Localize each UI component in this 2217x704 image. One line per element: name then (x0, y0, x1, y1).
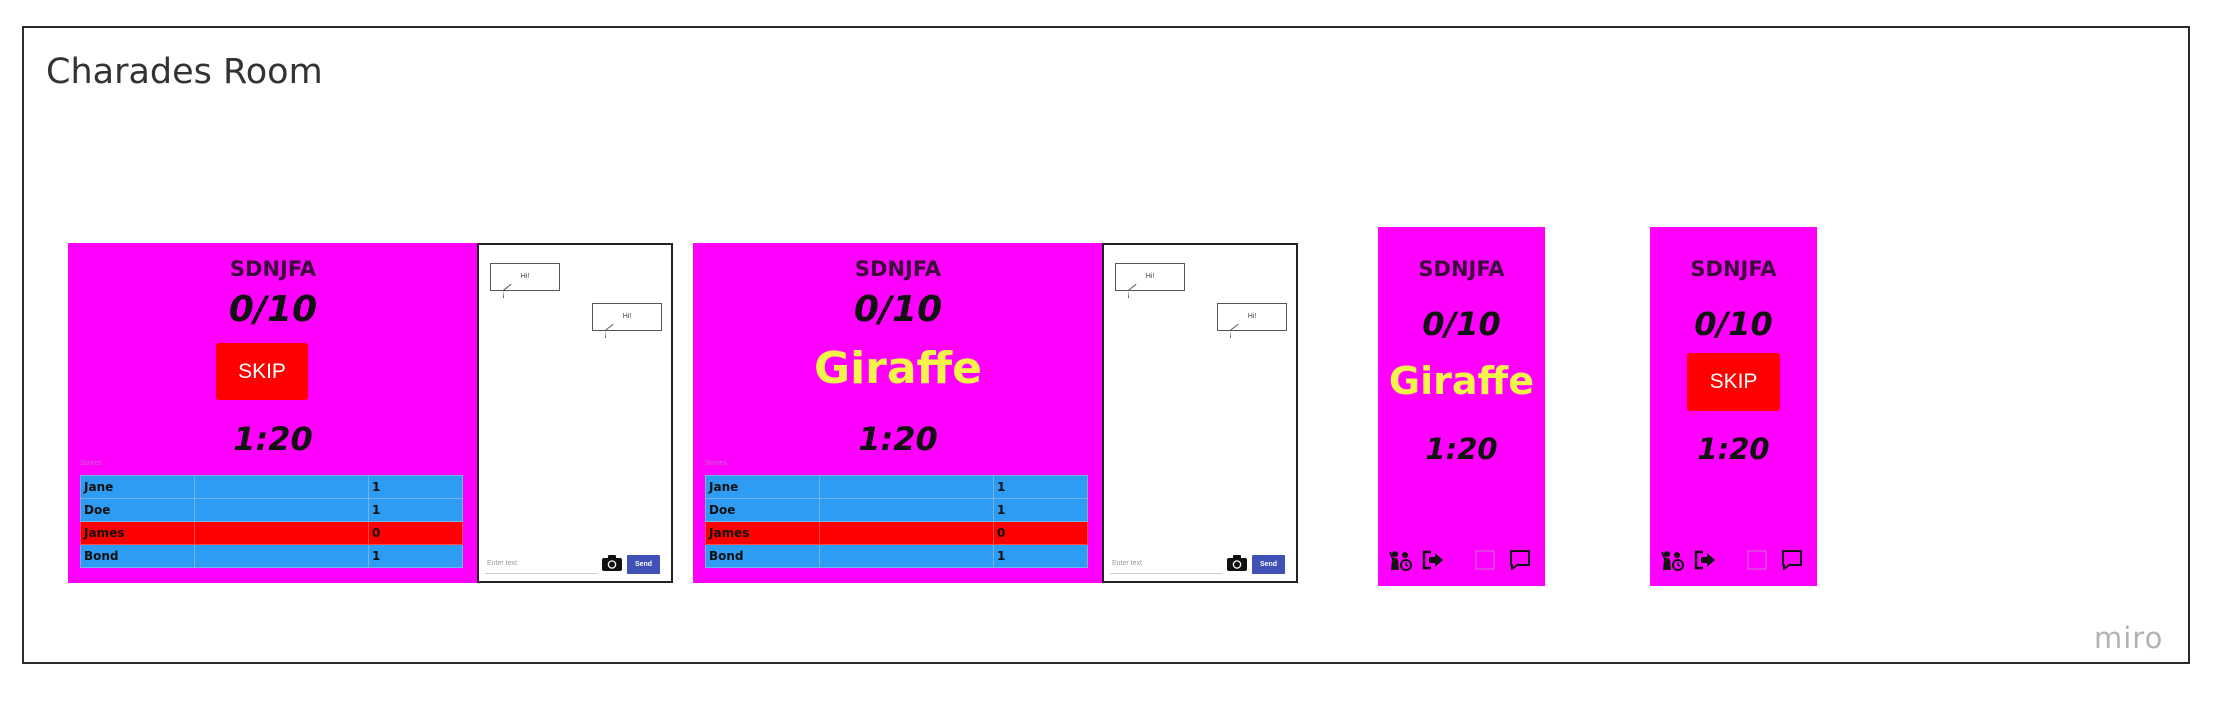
player-points: 1 (368, 475, 463, 499)
desktop-game-panel-skip: SDNJFA 0/10 SKIP 1:20 Scores Jane 1 Doe 1 … (68, 243, 478, 583)
table-row: James 0 (705, 521, 1088, 545)
chat-panel: Hi! Hi! Send (1102, 243, 1298, 583)
chat-panel: Hi! Hi! Send (477, 243, 673, 583)
chat-message: Hi! (592, 303, 662, 338)
score-counter: 0/10 (228, 289, 318, 330)
mobile-game-panel-skip: SDNJFA 0/10 SKIP 1:20 (1650, 227, 1817, 586)
room-code: SDNJFA (1690, 257, 1777, 281)
scoreboard-table: Jane 1 Doe 1 James 0 Bond 1 (80, 475, 463, 568)
player-name: James (705, 521, 820, 545)
chat-bubble-icon[interactable] (1780, 548, 1804, 572)
table-row: Jane 1 (705, 475, 1088, 499)
player-name: Doe (80, 498, 195, 522)
player-points: 1 (993, 475, 1088, 499)
scoreboard-table: Jane 1 Doe 1 James 0 Bond 1 (705, 475, 1088, 568)
chat-bubble-icon[interactable] (1508, 548, 1532, 572)
scores-label: Scores (705, 460, 727, 467)
score-counter: 0/10 (1422, 305, 1501, 343)
player-points: 0 (993, 521, 1088, 545)
player-name: Jane (80, 475, 195, 499)
player-name: Bond (80, 544, 195, 568)
table-row: Doe 1 (705, 498, 1088, 522)
timer: 1:20 (233, 420, 313, 458)
chat-message: Hi! (1115, 263, 1185, 298)
player-points: 1 (368, 498, 463, 522)
chat-message: Hi! (490, 263, 560, 298)
score-counter: 0/10 (853, 289, 943, 330)
chat-text-input[interactable] (485, 553, 597, 574)
score-counter: 0/10 (1694, 305, 1773, 343)
desktop-game-panel-word: SDNJFA 0/10 Giraffe 1:20 Scores Jane 1 Do… (693, 243, 1103, 583)
room-code: SDNJFA (1418, 257, 1505, 281)
exit-arrow-icon[interactable] (1693, 548, 1717, 572)
send-button[interactable]: Send (1252, 555, 1285, 574)
blank-square-icon[interactable] (1473, 548, 1497, 572)
skip-button[interactable]: SKIP (1687, 353, 1780, 411)
chat-message: Hi! (1217, 303, 1287, 338)
player-name: James (80, 521, 195, 545)
timer: 1:20 (858, 420, 938, 458)
player-points: 0 (368, 521, 463, 545)
send-button[interactable]: Send (627, 555, 660, 574)
camera-icon[interactable] (601, 554, 623, 572)
player-points: 1 (993, 498, 1088, 522)
charade-word: Giraffe (813, 343, 983, 394)
table-row: Bond 1 (80, 544, 463, 568)
charades-people-icon[interactable] (1661, 548, 1685, 572)
board-title: Charades Room (46, 52, 323, 92)
player-points: 1 (368, 544, 463, 568)
room-code: SDNJFA (854, 257, 942, 281)
chat-text-input[interactable] (1110, 553, 1222, 574)
camera-icon[interactable] (1226, 554, 1248, 572)
room-code: SDNJFA (229, 257, 317, 281)
skip-button[interactable]: SKIP (216, 343, 308, 400)
player-name: Bond (705, 544, 820, 568)
mobile-game-panel-word: SDNJFA 0/10 Giraffe 1:20 (1378, 227, 1545, 586)
table-row: Bond 1 (705, 544, 1088, 568)
player-name: Doe (705, 498, 820, 522)
miro-watermark: miro (2094, 621, 2164, 655)
charades-people-icon[interactable] (1389, 548, 1413, 572)
blank-square-icon[interactable] (1745, 548, 1769, 572)
table-row: Doe 1 (80, 498, 463, 522)
timer: 1:20 (1425, 432, 1498, 466)
player-name: Jane (705, 475, 820, 499)
charade-word: Giraffe (1388, 359, 1535, 403)
table-row: Jane 1 (80, 475, 463, 499)
timer: 1:20 (1697, 432, 1770, 466)
player-points: 1 (993, 544, 1088, 568)
table-row: James 0 (80, 521, 463, 545)
exit-arrow-icon[interactable] (1421, 548, 1445, 572)
scores-label: Scores (80, 460, 102, 467)
